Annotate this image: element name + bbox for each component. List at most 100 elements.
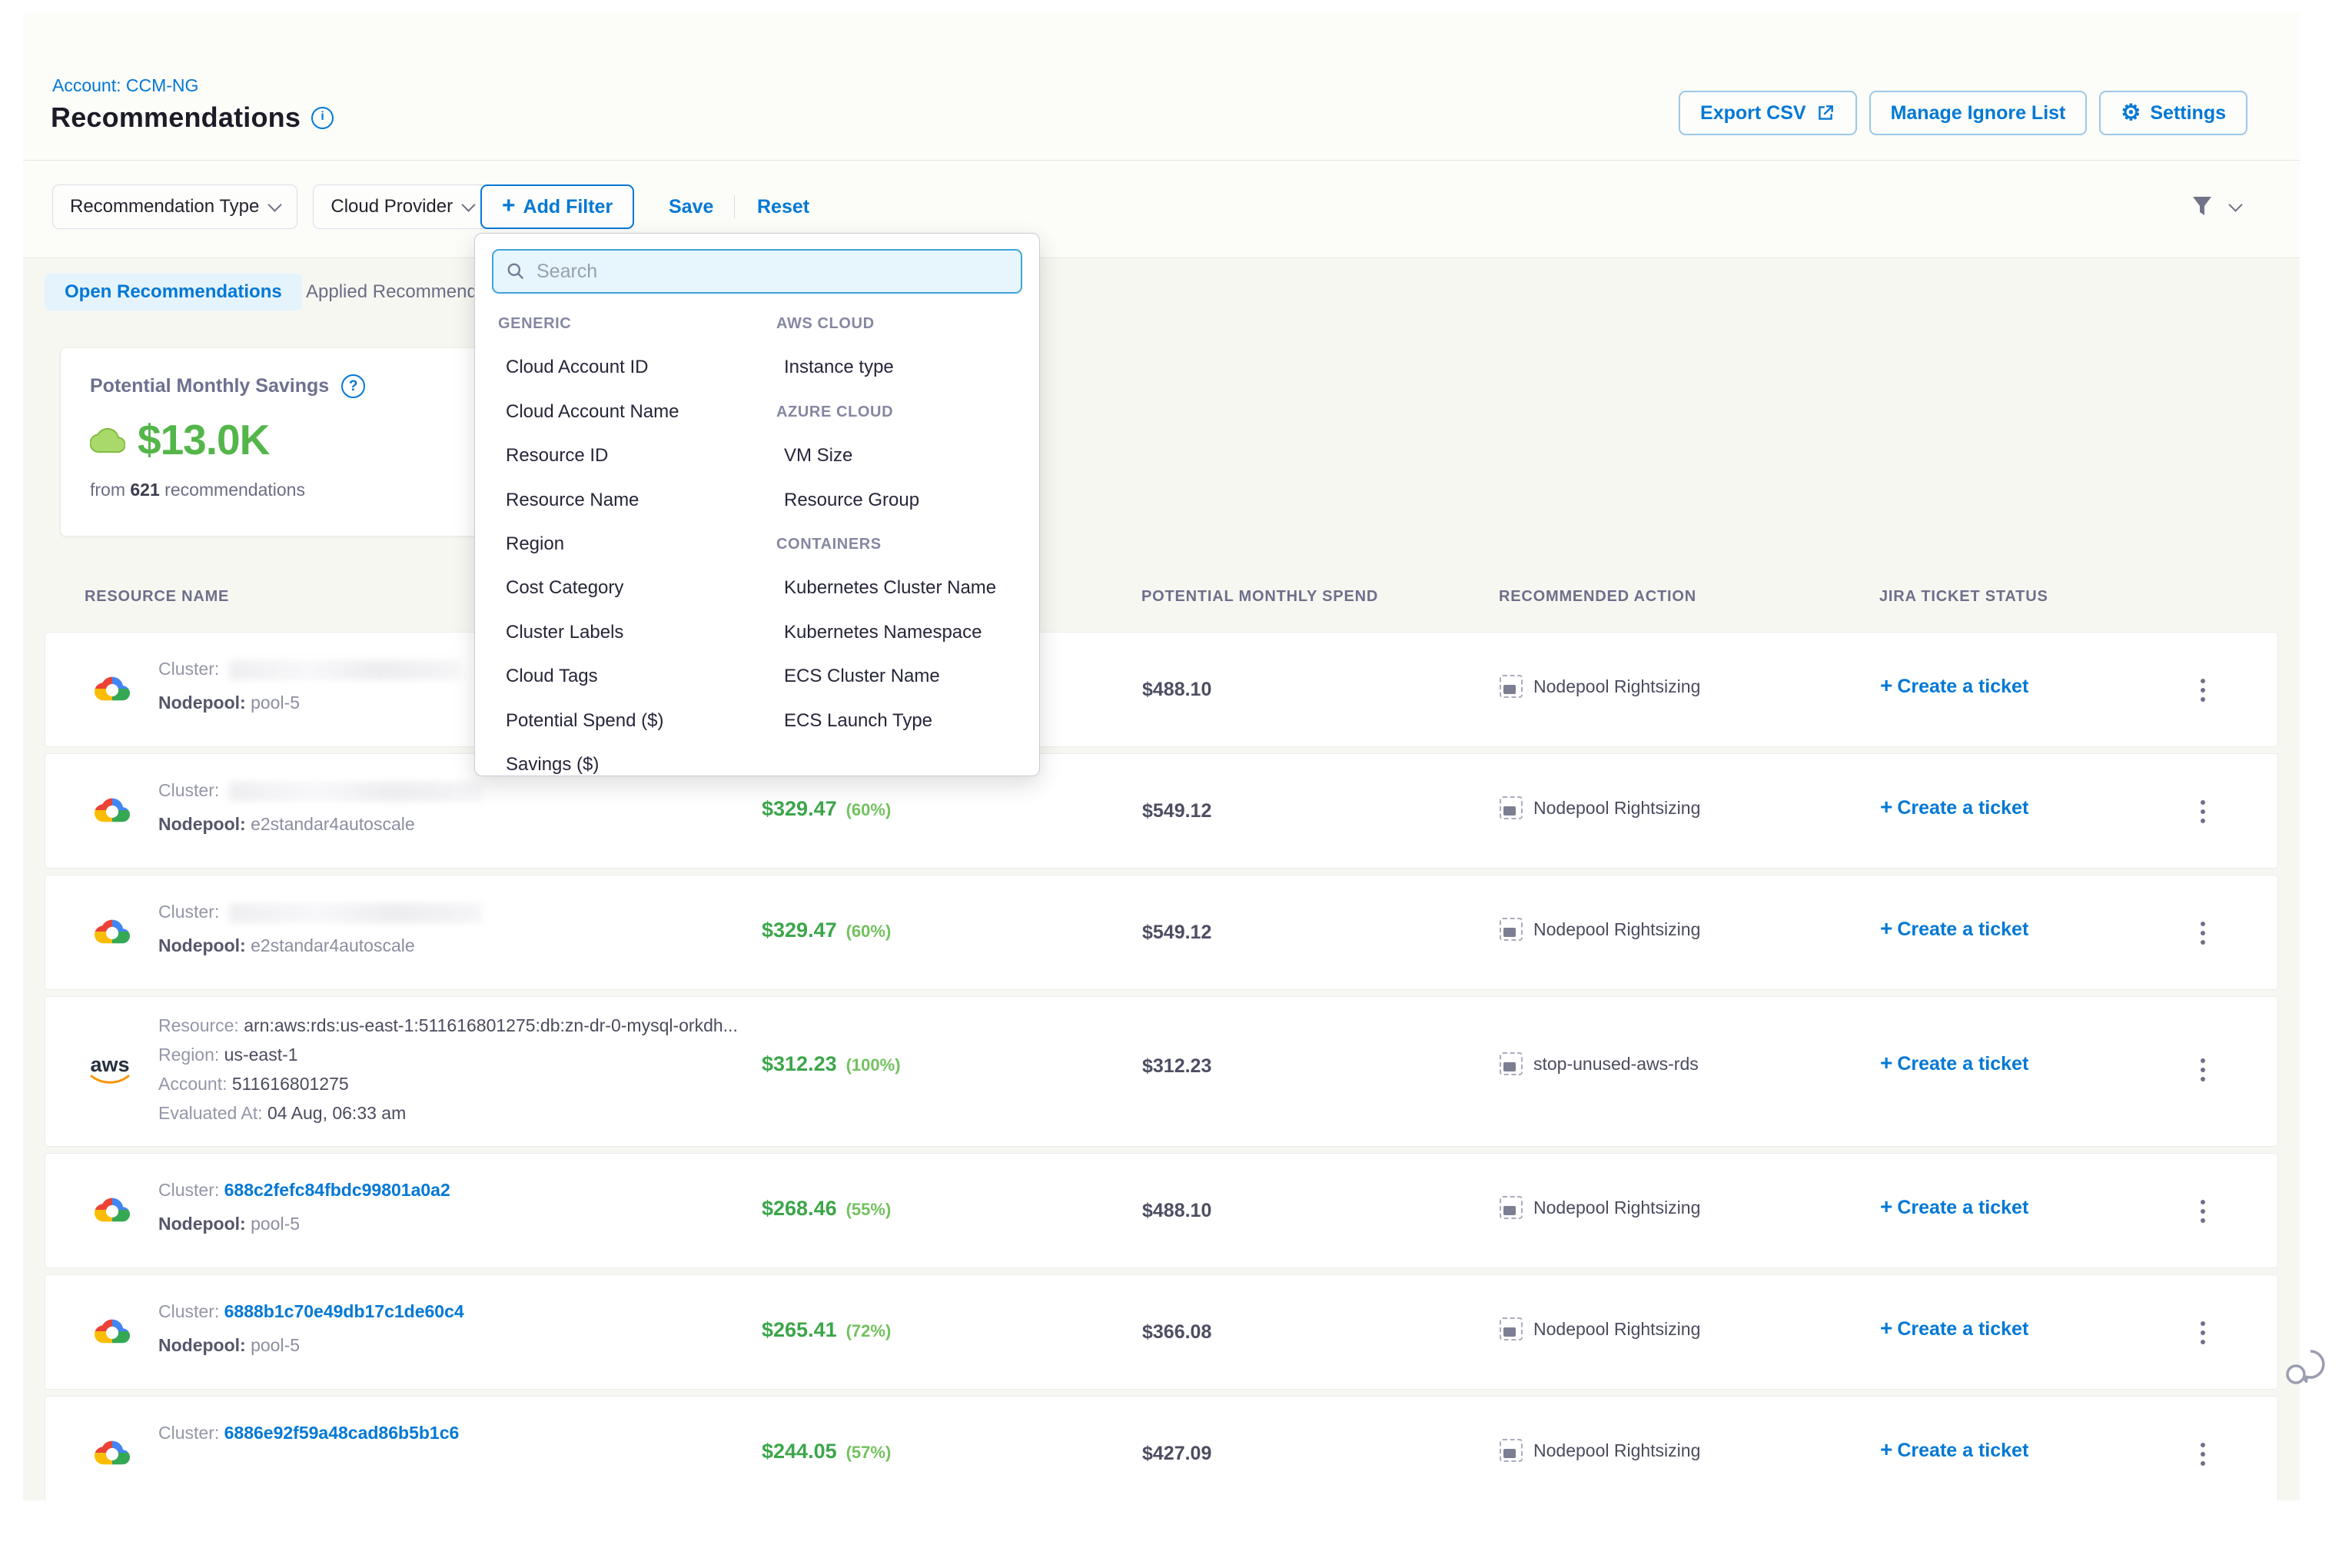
- resource-line: Cluster: 6886e92f59a48cad86b5b1c6: [158, 1423, 459, 1443]
- field-value: 511616801275: [232, 1074, 349, 1094]
- help-icon[interactable]: ?: [341, 374, 365, 398]
- rightsizing-icon: [1500, 675, 1523, 698]
- reset-filter-button[interactable]: Reset: [757, 184, 809, 229]
- filter-panel-toggle[interactable]: [2189, 194, 2241, 220]
- table-row[interactable]: Cluster: 6888b1c70e49db17c1de60c4Nodepoo…: [45, 1274, 2278, 1390]
- export-csv-button[interactable]: Export CSV: [1679, 91, 1857, 135]
- recommended-action-cell: Nodepool Rightsizing: [1500, 675, 1700, 698]
- cluster-link[interactable]: 6886e92f59a48cad86b5b1c6: [224, 1423, 460, 1443]
- savings-subtitle: from 621 recommendations: [90, 480, 462, 500]
- savings-amount: $329.47: [762, 797, 837, 820]
- row-menu-kebab[interactable]: [2191, 679, 2214, 702]
- recommended-action-cell: stop-unused-aws-rds: [1500, 1052, 1699, 1075]
- table-row[interactable]: Cluster: Nodepool: e2standar4autoscale $3…: [45, 875, 2278, 990]
- filter-option[interactable]: Kubernetes Cluster Name: [776, 575, 996, 601]
- filter-option[interactable]: ECS Cluster Name: [776, 663, 940, 689]
- filter-option[interactable]: Instance type: [776, 354, 894, 380]
- row-menu-kebab[interactable]: [2191, 922, 2214, 945]
- savings-cell: $268.46(55%): [762, 1197, 891, 1221]
- table-row[interactable]: Cluster: 688c2fefc84fbdc99801a0a2 Nodepoo…: [45, 1153, 2278, 1268]
- tab-open-recommendations[interactable]: Open Recommendations: [45, 274, 302, 311]
- filter-option[interactable]: Cloud Account Name: [498, 399, 679, 425]
- create-ticket-label: Create a ticket: [1897, 1318, 2028, 1340]
- field-label: Region:: [158, 1045, 224, 1065]
- action-label: Nodepool Rightsizing: [1533, 676, 1700, 697]
- savings-percent: (60%): [846, 800, 892, 819]
- cloud-provider-dropdown[interactable]: Cloud Provider: [313, 184, 491, 229]
- filter-option[interactable]: Savings ($): [498, 752, 599, 778]
- add-filter-button[interactable]: + Add Filter: [480, 184, 634, 229]
- savings-amount: $13.0K: [138, 415, 269, 464]
- savings-amount: $244.05: [762, 1440, 837, 1463]
- savings-amount: $312.23: [762, 1052, 837, 1075]
- account-breadcrumb[interactable]: Account: CCM-NG: [52, 75, 198, 96]
- filter-option[interactable]: Potential Spend ($): [498, 708, 663, 734]
- plus-icon: +: [1880, 1194, 1892, 1218]
- table-row[interactable]: Cluster: Nodepool: e2standar4autoscale$3…: [45, 753, 2278, 869]
- filter-option[interactable]: VM Size: [776, 443, 852, 469]
- spend-value: $549.12: [1142, 922, 1211, 944]
- savings-cloud-icon: [90, 426, 125, 453]
- filter-option[interactable]: Region: [498, 531, 564, 557]
- export-csv-label: Export CSV: [1700, 102, 1806, 125]
- spend-value: $427.09: [1142, 1443, 1211, 1465]
- page-header: Account: CCM-NG Recommendations i Export…: [23, 12, 2300, 258]
- filter-option[interactable]: Resource ID: [498, 443, 608, 469]
- filter-option[interactable]: Kubernetes Namespace: [776, 620, 982, 646]
- recommended-action-cell: Nodepool Rightsizing: [1500, 1317, 1700, 1340]
- chat-widget-button[interactable]: [2281, 1342, 2329, 1394]
- content-area: Open Recommendations Applied Recommendat…: [23, 258, 2300, 1500]
- savings-percent: (72%): [846, 1321, 892, 1340]
- filter-option[interactable]: Cost Category: [498, 575, 623, 601]
- rightsizing-icon: [1500, 1439, 1523, 1462]
- info-icon[interactable]: i: [311, 107, 334, 129]
- field-label: Resource:: [158, 1015, 244, 1035]
- create-ticket-button[interactable]: +Create a ticket: [1880, 1437, 2028, 1462]
- create-ticket-button[interactable]: +Create a ticket: [1880, 1051, 2028, 1075]
- save-filter-button[interactable]: Save: [669, 184, 713, 229]
- create-ticket-button[interactable]: +Create a ticket: [1880, 916, 2028, 941]
- savings-percent: (57%): [846, 1443, 892, 1462]
- action-label: Nodepool Rightsizing: [1533, 1198, 1700, 1218]
- rightsizing-icon: [1500, 1196, 1523, 1219]
- column-header-resource-name: RESOURCE NAME: [85, 588, 229, 606]
- filter-option[interactable]: Resource Group: [776, 487, 919, 513]
- resource-line: Region: us-east-1: [158, 1045, 298, 1065]
- manage-ignore-list-button[interactable]: Manage Ignore List: [1869, 91, 2088, 135]
- filter-option[interactable]: Cloud Tags: [498, 663, 598, 689]
- spend-value: $312.23: [1142, 1055, 1211, 1078]
- row-menu-kebab[interactable]: [2191, 1443, 2214, 1466]
- cluster-link[interactable]: 688c2fefc84fbdc99801a0a2: [224, 1180, 450, 1200]
- savings-amount: $329.47: [762, 919, 837, 942]
- field-label: Cluster:: [158, 1180, 224, 1200]
- row-menu-kebab[interactable]: [2191, 1321, 2214, 1344]
- create-ticket-button[interactable]: +Create a ticket: [1880, 1316, 2028, 1340]
- plus-icon: +: [1880, 1437, 1892, 1461]
- filter-option[interactable]: Cloud Account ID: [498, 354, 648, 380]
- external-link-icon: [1815, 103, 1835, 123]
- table-row[interactable]: Cluster: Nodepool: pool-5$488.10Nodepool…: [45, 632, 2278, 747]
- action-label: Nodepool Rightsizing: [1533, 1440, 1700, 1461]
- filter-option[interactable]: Resource Name: [498, 487, 639, 513]
- cluster-link[interactable]: 6888b1c70e49db17c1de60c4: [224, 1301, 464, 1321]
- create-ticket-button[interactable]: +Create a ticket: [1880, 673, 2028, 698]
- field-label: Cluster:: [158, 902, 224, 922]
- recommendation-type-dropdown[interactable]: Recommendation Type: [52, 184, 297, 229]
- resource-line: Nodepool: e2standar4autoscale: [158, 935, 415, 956]
- row-menu-kebab[interactable]: [2191, 1200, 2214, 1223]
- suffix-text: recommendations: [164, 480, 305, 500]
- row-menu-kebab[interactable]: [2191, 1058, 2214, 1081]
- row-menu-kebab[interactable]: [2191, 800, 2214, 823]
- settings-button[interactable]: ⚙ Settings: [2099, 91, 2247, 135]
- create-ticket-button[interactable]: +Create a ticket: [1880, 795, 2028, 819]
- table-row[interactable]: awsResource: arn:aws:rds:us-east-1:51161…: [45, 996, 2278, 1147]
- filter-option[interactable]: ECS Launch Type: [776, 708, 932, 734]
- filter-option[interactable]: Cluster Labels: [498, 620, 623, 646]
- action-label: Nodepool Rightsizing: [1533, 798, 1700, 819]
- add-filter-label: Add Filter: [523, 196, 613, 218]
- savings-percent: (100%): [846, 1055, 901, 1075]
- gcp-cloud-icon: [95, 1192, 130, 1231]
- table-row[interactable]: Cluster: 6886e92f59a48cad86b5b1c6 $244.05…: [45, 1396, 2278, 1500]
- create-ticket-button[interactable]: +Create a ticket: [1880, 1194, 2028, 1219]
- redacted-value: [229, 782, 483, 802]
